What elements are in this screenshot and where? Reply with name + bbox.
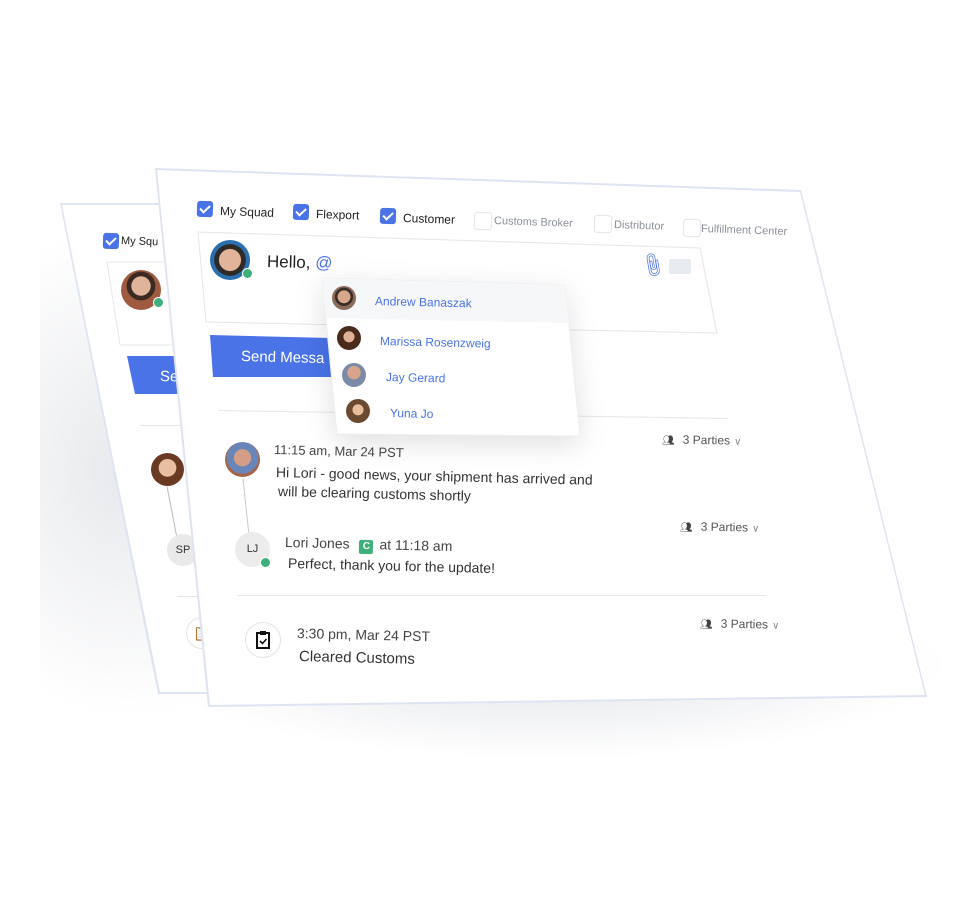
sender-avatar — [225, 442, 260, 477]
mention-name: Jay Gerard — [385, 370, 446, 386]
chevron-down-icon: ∨ — [733, 436, 742, 448]
divider — [238, 595, 766, 596]
chevron-down-icon: ∨ — [771, 620, 780, 632]
clipboard-check-icon — [245, 622, 281, 658]
mention-name: Yuna Jo — [389, 406, 434, 422]
avatar — [337, 326, 361, 350]
author-name: Lori Jones — [284, 534, 350, 552]
message-time: at 11:18 am — [379, 536, 453, 555]
avatar — [346, 399, 370, 423]
avatar — [332, 286, 356, 310]
event-text: Cleared Customs — [298, 648, 416, 668]
mention-name: Andrew Banaszak — [374, 294, 472, 311]
parties-dropdown[interactable]: 👥︎ 3 Parties ∨ — [661, 432, 742, 448]
online-indicator — [260, 557, 271, 568]
customer-badge: C — [359, 539, 374, 555]
people-icon: 👥︎ — [661, 435, 675, 447]
avatar — [342, 363, 366, 387]
parties-dropdown[interactable]: 👥︎ 3 Parties ∨ — [699, 616, 780, 632]
mention-name: Marissa Rosenzweig — [379, 334, 491, 351]
people-icon: 👥︎ — [699, 619, 713, 631]
chevron-down-icon: ∨ — [751, 523, 760, 535]
event-time: 3:30 pm, Mar 24 PST — [296, 625, 431, 645]
people-icon: 👥︎ — [679, 522, 693, 534]
mention-dropdown — [321, 277, 581, 437]
message-time: 11:15 am, Mar 24 PST — [273, 442, 404, 461]
parties-dropdown[interactable]: 👥︎ 3 Parties ∨ — [679, 519, 760, 535]
